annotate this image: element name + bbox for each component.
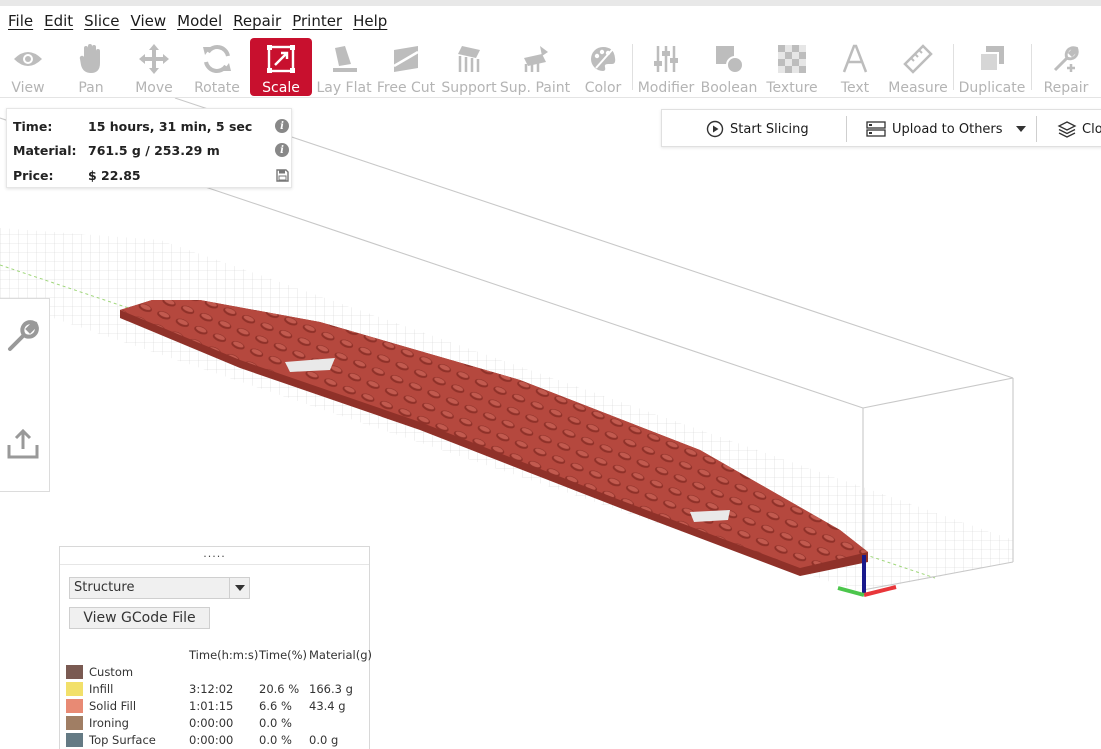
- slice-info-panel: Time: 15 hours, 31 min, 5 sec i Material…: [6, 108, 292, 188]
- upload-dropdown-arrow[interactable]: [1015, 110, 1027, 148]
- material-row: Material: 761.5 g / 253.29 m i: [13, 139, 289, 161]
- color-swatch: [66, 682, 83, 696]
- palette-icon: [586, 42, 620, 76]
- lay-flat-icon: [327, 42, 361, 76]
- toolbar-separator: [632, 44, 633, 90]
- cut-icon: [389, 42, 423, 76]
- legend-row: Infill 3:12:02 20.6 % 166.3 g: [66, 681, 366, 698]
- text-tool-button[interactable]: Text: [824, 38, 886, 96]
- save-icon[interactable]: [275, 168, 289, 182]
- menu-file[interactable]: File: [3, 7, 39, 35]
- text-a-icon: [838, 42, 872, 76]
- chevron-down-icon: [229, 578, 249, 598]
- server-icon: [866, 121, 886, 137]
- support-paint-icon: [518, 42, 552, 76]
- support-tool-button[interactable]: Support: [438, 38, 500, 96]
- modifier-tool-button[interactable]: Modifier: [635, 38, 697, 96]
- legend-row: Ironing 0:00:00 0.0 %: [66, 715, 366, 732]
- header-material: Material(g): [309, 648, 372, 662]
- menu-bar: File Edit Slice View Model Repair Printe…: [0, 0, 1101, 36]
- slicebar-separator: [1036, 116, 1037, 142]
- time-value: 15 hours, 31 min, 5 sec: [88, 118, 253, 134]
- support-paint-tool-button[interactable]: Sup. Paint: [500, 38, 570, 96]
- rotate-icon: [200, 42, 234, 76]
- duplicate-icon: [975, 42, 1009, 76]
- color-swatch: [66, 699, 83, 713]
- wrench-plus-icon: [1049, 42, 1083, 76]
- cloud-button[interactable]: Clo: [1057, 110, 1101, 148]
- play-circle-icon: [706, 120, 724, 138]
- toolbar-separator: [953, 44, 954, 90]
- sliced-model-preview[interactable]: [120, 300, 868, 576]
- header-time: Time(h:m:s): [189, 648, 259, 662]
- boolean-icon: [712, 42, 746, 76]
- view-gcode-file-button[interactable]: View GCode File: [69, 607, 210, 629]
- measure-tool-button[interactable]: Measure: [887, 38, 949, 96]
- color-tool-button[interactable]: Color: [572, 38, 634, 96]
- info-icon[interactable]: i: [275, 143, 289, 157]
- boolean-tool-button[interactable]: Boolean: [698, 38, 760, 96]
- header-time-percent: Time(%): [259, 648, 308, 662]
- wrench-button[interactable]: [6, 319, 40, 353]
- color-swatch: [66, 716, 83, 730]
- color-swatch: [66, 665, 83, 679]
- left-side-panel: [0, 298, 50, 492]
- color-swatch: [66, 733, 83, 747]
- move-tool-button[interactable]: Move: [123, 38, 185, 96]
- export-button[interactable]: [6, 427, 40, 461]
- rotate-tool-button[interactable]: Rotate: [186, 38, 248, 96]
- menu-slice[interactable]: Slice: [79, 7, 125, 35]
- menu-edit[interactable]: Edit: [39, 7, 79, 35]
- move-arrows-icon: [137, 42, 171, 76]
- start-slicing-button[interactable]: Start Slicing: [706, 110, 809, 148]
- chevron-down-icon: [1016, 126, 1026, 132]
- legend-row: Solid Fill 1:01:15 6.6 % 43.4 g: [66, 698, 366, 715]
- slicebar-separator: [846, 116, 847, 142]
- checkerboard-icon: [775, 42, 809, 76]
- support-icon: [452, 42, 486, 76]
- price-value: $ 22.85: [88, 167, 141, 183]
- toolbar-separator: [1031, 44, 1032, 90]
- eye-icon: [11, 42, 45, 76]
- scale-icon: [264, 42, 298, 76]
- structure-select[interactable]: Structure: [69, 577, 250, 599]
- slice-action-bar: Start Slicing Upload to Others Clo: [661, 109, 1101, 147]
- free-cut-tool-button[interactable]: Free Cut: [375, 38, 437, 96]
- scale-tool-button[interactable]: Scale: [250, 38, 312, 96]
- time-row: Time: 15 hours, 31 min, 5 sec i: [13, 115, 289, 137]
- info-icon[interactable]: i: [275, 119, 289, 133]
- layers-icon: [1057, 121, 1077, 138]
- material-value: 761.5 g / 253.29 m: [88, 142, 220, 158]
- legend-row: Custom: [66, 664, 366, 681]
- pan-tool-button[interactable]: Pan: [60, 38, 122, 96]
- toolbar: View Pan Move Rotate Scale Lay Flat Free…: [0, 36, 1101, 98]
- view-tool-button[interactable]: View: [0, 38, 59, 96]
- legend-row: Top Surface 0:00:00 0.0 % 0.0 g: [66, 732, 366, 749]
- lay-flat-tool-button[interactable]: Lay Flat: [313, 38, 375, 96]
- menu-help[interactable]: Help: [348, 7, 393, 35]
- wrench-icon: [8, 320, 39, 351]
- price-row: Price: $ 22.85: [13, 164, 289, 186]
- upload-to-others-button[interactable]: Upload to Others: [866, 110, 1003, 148]
- hand-icon: [74, 42, 108, 76]
- gcode-legend-panel: ..... Structure View GCode File Time(h:m…: [59, 546, 372, 749]
- texture-tool-button[interactable]: Texture: [761, 38, 823, 96]
- menu-repair[interactable]: Repair: [228, 7, 287, 35]
- menu-model[interactable]: Model: [172, 7, 228, 35]
- menu-view[interactable]: View: [126, 7, 173, 35]
- repair-tool-button[interactable]: Repair: [1035, 38, 1097, 96]
- duplicate-tool-button[interactable]: Duplicate: [959, 38, 1025, 96]
- sliders-icon: [649, 42, 683, 76]
- menu-printer[interactable]: Printer: [287, 7, 348, 35]
- upload-icon: [7, 428, 39, 459]
- ruler-icon: [901, 42, 935, 76]
- drag-handle[interactable]: .....: [60, 547, 369, 565]
